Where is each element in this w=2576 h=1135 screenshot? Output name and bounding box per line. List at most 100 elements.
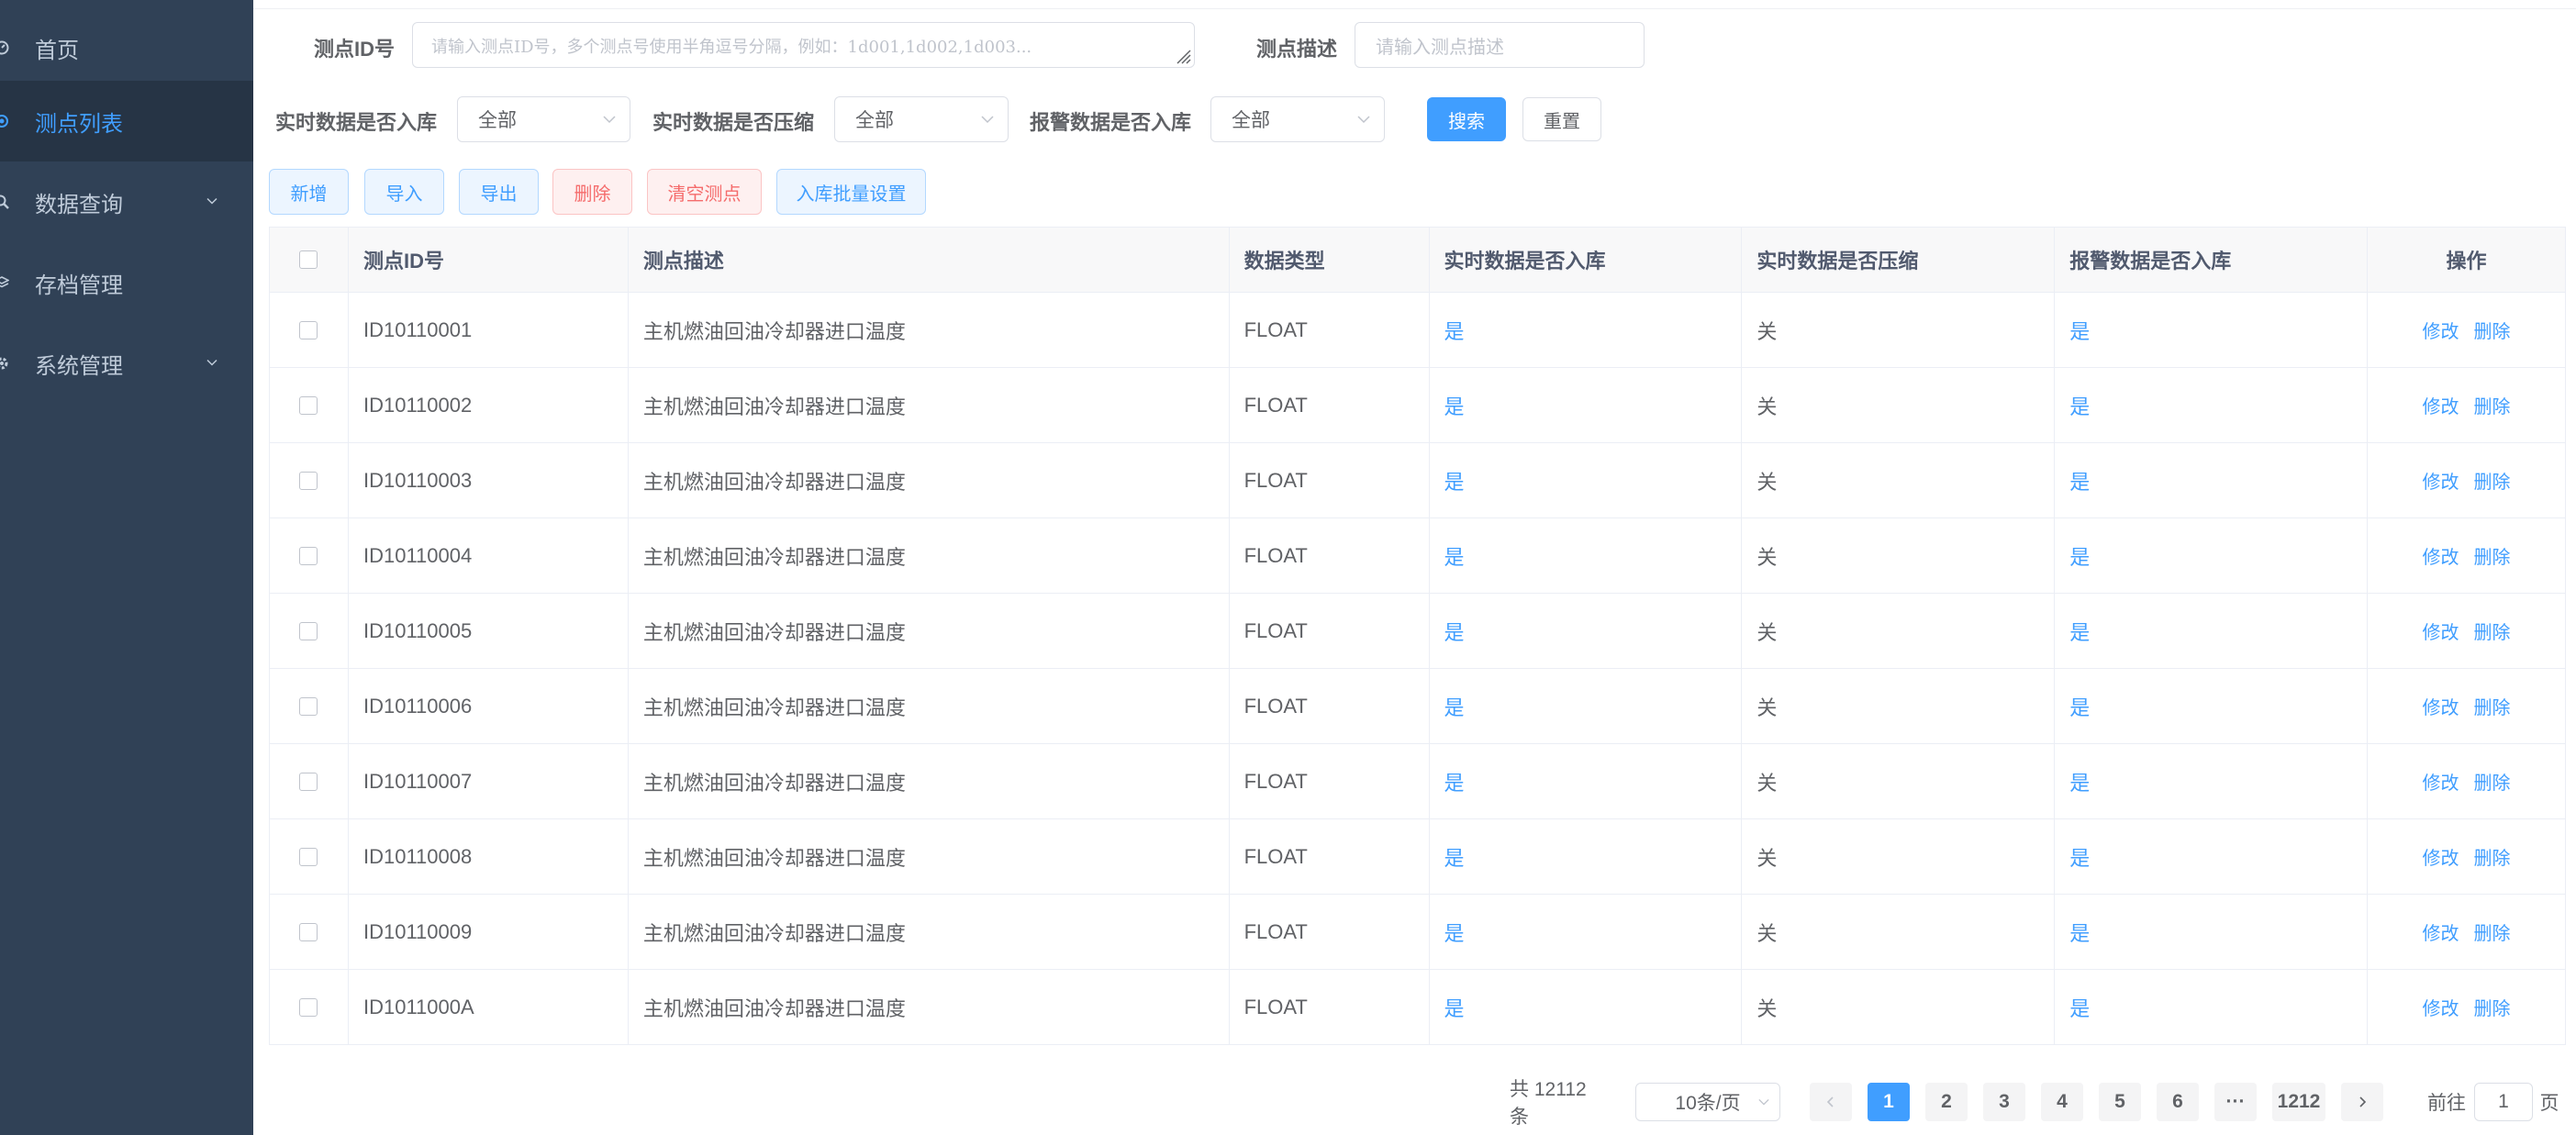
edit-link[interactable]: 修改 [2423, 994, 2459, 1020]
point-desc-input[interactable]: 请输入测点描述 [1355, 22, 1645, 68]
delete-link[interactable]: 删除 [2474, 768, 2511, 795]
cell-alarm-store: 是 [2055, 744, 2369, 818]
cell-data-type: FLOAT [1230, 744, 1430, 818]
cell-alarm-store: 是 [2055, 518, 2369, 593]
page-size-select[interactable]: 10条/页 [1635, 1083, 1780, 1121]
page-button-3[interactable]: 3 [1983, 1083, 2025, 1121]
row-checkbox-cell [270, 819, 349, 894]
cell-realtime-store: 是 [1430, 594, 1743, 668]
goto-suffix: 页 [2539, 1093, 2559, 1114]
batch-storage-settings-button[interactable]: 入库批量设置 [776, 169, 926, 215]
cell-data-type: FLOAT [1230, 518, 1430, 593]
cell-alarm-store: 是 [2055, 970, 2369, 1044]
point-id-label: 测点ID号 [314, 38, 396, 61]
cell-realtime-store: 是 [1430, 669, 1743, 743]
table-row: ID10110007 主机燃油回油冷却器进口温度 FLOAT 是关是修改 删除 [270, 744, 2566, 819]
point-id-input[interactable]: 请输入测点ID号，多个测点号使用半角逗号分隔，例如：1d001,1d002,1d… [412, 22, 1195, 68]
realtime-compress-select[interactable]: 全部 [834, 96, 1009, 142]
cell-realtime-store: 是 [1430, 368, 1743, 442]
row-checkbox[interactable] [299, 847, 318, 866]
header-checkbox-cell [270, 228, 349, 292]
page-button-4[interactable]: 4 [2041, 1083, 2083, 1121]
row-checkbox[interactable] [299, 395, 318, 415]
row-checkbox-cell [270, 970, 349, 1044]
edit-link[interactable]: 修改 [2423, 467, 2459, 494]
cell-point-id: ID10110006 [349, 669, 629, 743]
page-button-last[interactable]: 1212 [2272, 1083, 2325, 1121]
header-realtime-store[interactable]: 实时数据是否入库 [1430, 228, 1743, 292]
row-checkbox-cell [270, 744, 349, 818]
cell-point-id: ID10110007 [349, 744, 629, 818]
chevron-down-icon [981, 116, 994, 124]
row-checkbox[interactable] [299, 997, 318, 1017]
cell-alarm-store: 是 [2055, 368, 2369, 442]
row-checkbox[interactable] [299, 320, 318, 339]
delete-link[interactable]: 删除 [2474, 392, 2511, 418]
page-button-6[interactable]: 6 [2157, 1083, 2199, 1121]
page-button-1[interactable]: 1 [1868, 1083, 1910, 1121]
delete-link[interactable]: 删除 [2474, 693, 2511, 719]
sidebar-item-system[interactable]: 系统管理 [0, 323, 253, 404]
edit-link[interactable]: 修改 [2423, 843, 2459, 870]
delete-link[interactable]: 删除 [2474, 843, 2511, 870]
edit-link[interactable]: 修改 [2423, 542, 2459, 569]
header-alarm-store[interactable]: 报警数据是否入库 [2055, 228, 2369, 292]
row-checkbox-cell [270, 443, 349, 517]
goto-page-input[interactable]: 1 [2474, 1083, 2533, 1121]
reset-button[interactable]: 重置 [1522, 97, 1601, 141]
cell-data-type: FLOAT [1230, 368, 1430, 442]
search-button[interactable]: 搜索 [1427, 97, 1506, 141]
alarm-store-select[interactable]: 全部 [1210, 96, 1385, 142]
row-checkbox[interactable] [299, 546, 318, 565]
add-button[interactable]: 新增 [269, 169, 349, 215]
row-checkbox[interactable] [299, 471, 318, 490]
cell-point-id: ID10110002 [349, 368, 629, 442]
cell-realtime-store: 是 [1430, 443, 1743, 517]
header-point-desc[interactable]: 测点描述 [629, 228, 1230, 292]
delete-link[interactable]: 删除 [2474, 994, 2511, 1020]
row-checkbox[interactable] [299, 772, 318, 791]
edit-link[interactable]: 修改 [2423, 693, 2459, 719]
select-all-checkbox[interactable] [299, 250, 318, 269]
resize-handle-icon[interactable] [1172, 45, 1192, 65]
delete-link[interactable]: 删除 [2474, 918, 2511, 945]
edit-link[interactable]: 修改 [2423, 768, 2459, 795]
edit-link[interactable]: 修改 [2423, 317, 2459, 343]
prev-page-button[interactable] [1810, 1083, 1852, 1121]
clear-points-button[interactable]: 清空测点 [647, 169, 762, 215]
page-ellipsis-button[interactable]: ··· [2214, 1083, 2257, 1121]
header-data-type[interactable]: 数据类型 [1230, 228, 1430, 292]
delete-link[interactable]: 删除 [2474, 542, 2511, 569]
goto-prefix: 前往 [2427, 1093, 2466, 1114]
header-point-id[interactable]: 测点ID号 [349, 228, 629, 292]
cell-point-desc: 主机燃油回油冷却器进口温度 [629, 970, 1230, 1044]
cell-data-type: FLOAT [1230, 669, 1430, 743]
sidebar-item-archive[interactable]: 存档管理 [0, 242, 253, 323]
edit-link[interactable]: 修改 [2423, 918, 2459, 945]
cell-point-desc: 主机燃油回油冷却器进口温度 [629, 669, 1230, 743]
realtime-compress-value: 全部 [855, 110, 894, 131]
delete-link[interactable]: 删除 [2474, 467, 2511, 494]
cell-realtime-store: 是 [1430, 895, 1743, 969]
edit-link[interactable]: 修改 [2423, 618, 2459, 644]
delete-link[interactable]: 删除 [2474, 317, 2511, 343]
edit-link[interactable]: 修改 [2423, 392, 2459, 418]
header-realtime-compress[interactable]: 实时数据是否压缩 [1742, 228, 2056, 292]
export-button[interactable]: 导出 [459, 169, 539, 215]
delete-button[interactable]: 删除 [552, 169, 632, 215]
sidebar-item-home[interactable]: 首页 [0, 7, 253, 88]
delete-link[interactable]: 删除 [2474, 618, 2511, 644]
page-button-2[interactable]: 2 [1925, 1083, 1968, 1121]
realtime-store-select[interactable]: 全部 [457, 96, 630, 142]
next-page-button[interactable] [2341, 1083, 2383, 1121]
row-checkbox[interactable] [299, 922, 318, 941]
sidebar-item-data-query[interactable]: 数据查询 [0, 161, 253, 242]
row-checkbox[interactable] [299, 621, 318, 640]
search-icon [0, 195, 9, 209]
sidebar-item-point-list[interactable]: 测点列表 [0, 81, 253, 161]
row-checkbox-cell [270, 368, 349, 442]
row-checkbox[interactable] [299, 696, 318, 716]
import-button[interactable]: 导入 [364, 169, 444, 215]
point-id-placeholder: 请输入测点ID号，多个测点号使用半角逗号分隔，例如：1d001,1d002,1d… [431, 38, 1032, 57]
page-button-5[interactable]: 5 [2099, 1083, 2141, 1121]
